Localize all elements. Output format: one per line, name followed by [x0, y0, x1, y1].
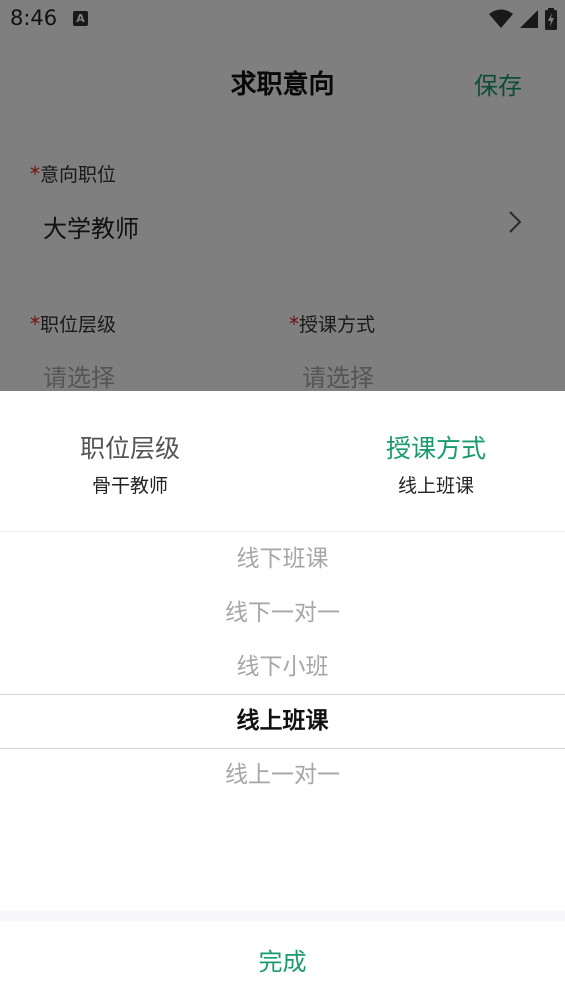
- picker-tab-selected: 骨干教师: [91, 475, 168, 497]
- picker-tab-selected: 线上班课: [397, 475, 474, 497]
- sheet-gap: [0, 911, 565, 921]
- wheel-option[interactable]: 线上一对一: [0, 748, 565, 802]
- wheel-option-selected[interactable]: 线上班课: [0, 694, 565, 748]
- picker-tab-title: 职位层级: [79, 434, 180, 463]
- wheel-option[interactable]: 线下一对一: [0, 586, 565, 640]
- option-wheel[interactable]: 线下班课 线下一对一 线下小班 线上班课 线上一对一: [0, 532, 565, 912]
- done-button[interactable]: 完成: [0, 921, 565, 1004]
- picker-sheet: 职位层级 骨干教师 授课方式 线上班课 线下班课 线下一对一 线下小班 线上班课…: [0, 391, 565, 1004]
- wheel-option[interactable]: 线下班课: [0, 532, 565, 586]
- wheel-option[interactable]: 线下小班: [0, 640, 565, 694]
- picker-tab-title: 授课方式: [385, 434, 486, 463]
- picker-tab-method[interactable]: 授课方式 线上班课: [306, 391, 565, 531]
- picker-tab-level[interactable]: 职位层级 骨干教师: [0, 391, 260, 531]
